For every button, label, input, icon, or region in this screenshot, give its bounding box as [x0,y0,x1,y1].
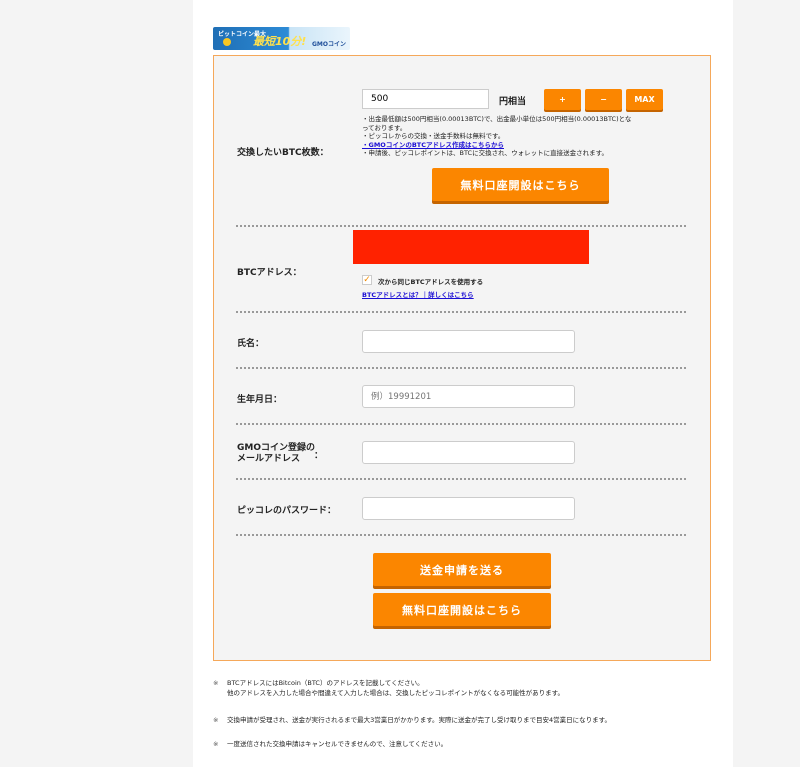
note-line: ・申請後、ピッコレポイントは、BTCに交換され、ウォレットに直接送金されます。 [362,149,609,158]
footnote-2: ※ 交換申請が受理され、送金が実行されるまで最大3営業日がかかります。実際に送金が… [213,715,611,725]
footnote-3: ※ 一度送信された交換申請はキャンセルできませんので、注意してください。 [213,739,447,749]
footnote-text: 交換申請が受理され、送金が実行されるまで最大3営業日がかかります。実際に送金が完… [227,716,612,724]
amount-notes: ・出金最低額は500円相当(0.00013BTC)で、出金最小単位は500円相当… [362,115,712,158]
divider [236,225,686,227]
footnote-text: 他のアドレスを入力した場合や間違えて入力した場合は、交換したピッコレポイントがな… [227,689,565,697]
increase-button[interactable]: + [544,89,581,110]
submit-request-button[interactable]: 送金申請を送る [373,553,551,586]
banner-brand: GMOコイン [312,41,346,48]
password-label: ピッコレのパスワード： [237,506,337,516]
open-account-button-2[interactable]: 無料口座開設はこちら [373,593,551,626]
gmo-email-label-line1: GMOコイン登録の [237,443,315,453]
divider [236,367,686,369]
footnote-mark: ※ [213,740,219,748]
max-button[interactable]: MAX [626,89,663,110]
gmo-email-label-line2: メールアドレス [237,454,301,464]
btc-amount-label: 交換したいBTC枚数： [237,148,329,158]
divider [236,534,686,536]
footnote-mark: ※ [213,679,219,687]
name-label: 氏名： [237,339,265,349]
divider [236,311,686,313]
divider [236,423,686,425]
note-line: っております。 [362,123,407,132]
coin-icon [223,38,231,46]
birthday-input[interactable] [362,385,575,408]
divider [236,478,686,480]
note-line: ・ピッコレからの交換・送金手数料は無料です。 [362,132,505,141]
same-address-checkbox[interactable]: ✓ [362,275,372,285]
decrease-button[interactable]: − [585,89,622,110]
gmo-email-label: GMOコイン登録の メールアドレス [237,443,315,465]
footnote-mark: ※ [213,716,219,724]
gmo-email-colon: ： [314,451,324,461]
gmo-coin-banner[interactable]: ビットコイン最大 最短10分! GMOコイン [213,27,350,50]
name-input[interactable] [362,330,575,353]
footnote-text: BTCアドレスにはBitcoin（BTC）のアドレスを記載してください。 [227,679,424,687]
open-account-button[interactable]: 無料口座開設はこちら [432,168,609,201]
password-input[interactable] [362,497,575,520]
btc-address-field-redacted[interactable] [353,230,589,264]
btc-amount-input[interactable] [362,89,489,109]
footnote-text: 一度送信された交換申請はキャンセルできませんので、注意してください。 [227,740,448,748]
amount-unit: 円相当 [499,97,527,107]
btc-address-label: BTCアドレス： [237,268,302,278]
note-line: ・出金最低額は500円相当(0.00013BTC)で、出金最小単位は500円相当… [362,115,632,123]
gmo-email-input[interactable] [362,441,575,464]
banner-main-text: 最短10分! [253,35,307,48]
same-address-label: 次から同じBTCアドレスを使用する [378,278,484,286]
footnote-1: ※ BTCアドレスにはBitcoin（BTC）のアドレスを記載してください。 他の… [213,678,564,698]
birthday-label: 生年月日： [237,395,283,405]
btc-address-help-link[interactable]: BTCアドレスとは？｜詳しくはこちら [362,289,474,299]
gmo-btc-address-link[interactable]: ・GMOコインのBTCアドレス作成はこちらから [362,141,504,149]
